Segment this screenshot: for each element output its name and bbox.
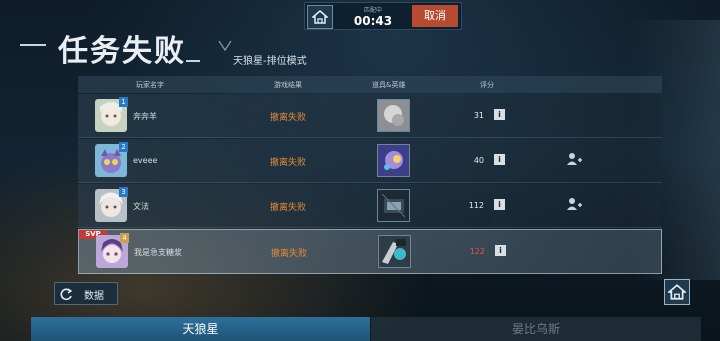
rank-badge: 1 [119, 97, 128, 107]
timer-value: 00:43 [353, 14, 393, 28]
header-player-name: 玩家名字 [136, 81, 164, 89]
data-button-label: 数据 [84, 291, 104, 302]
score: 122 [469, 247, 485, 256]
score: 31 [473, 111, 484, 120]
table-row: 1 奔奔羊 撤离失败 31 i [78, 94, 662, 138]
header-items-hero: 道具&英雄 [372, 81, 406, 89]
rank-badge: 4 [120, 233, 129, 243]
table-row-self: SVP 4 我是急支糖浆 撤离失败 122 i [78, 229, 662, 274]
refresh-icon [60, 288, 73, 301]
rank-badge: 3 [119, 187, 128, 197]
item-hero-image [378, 235, 411, 268]
data-button[interactable]: 数据 [54, 282, 118, 305]
table-row: 2 eveee 撤离失败 40 i [78, 139, 662, 183]
header-score: 评分 [480, 81, 494, 89]
header-result: 游戏结果 [274, 81, 302, 89]
score: 40 [473, 156, 484, 165]
home-button-top[interactable] [307, 5, 333, 29]
rank-badge: 2 [119, 142, 128, 152]
game-result: 撤离失败 [270, 158, 307, 168]
table-row: 3 文法 撤离失败 112 i [78, 184, 662, 228]
tab-mobius[interactable]: 晏比乌斯 [371, 317, 701, 341]
add-friend-icon[interactable] [566, 197, 582, 211]
info-icon[interactable]: i [494, 199, 505, 210]
game-result: 撤离失败 [270, 203, 307, 213]
item-hero-image [377, 144, 410, 177]
player-name: 奔奔羊 [133, 112, 157, 121]
game-mode: 天狼星-排位模式 [233, 56, 307, 67]
results-table: 玩家名字 游戏结果 道具&英雄 评分 1 奔奔羊 撤离失败 31 i 2 eve… [78, 76, 662, 274]
title-underline [186, 60, 200, 62]
title-decoration [20, 44, 46, 46]
cancel-button[interactable]: 取消 [412, 5, 458, 27]
game-result: 撤离失败 [270, 113, 307, 123]
add-friend-icon[interactable] [566, 152, 582, 166]
info-icon[interactable]: i [494, 109, 505, 120]
home-icon [668, 284, 686, 300]
info-icon[interactable]: i [494, 154, 505, 165]
table-header: 玩家名字 游戏结果 道具&英雄 评分 [78, 76, 662, 93]
player-name: eveee [133, 156, 158, 165]
player-name: 我是急支糖浆 [134, 248, 182, 257]
timer-label: 匹配中 [363, 7, 382, 14]
home-button[interactable] [664, 279, 690, 305]
item-hero-image [377, 189, 410, 222]
matchmaking-bar: 匹配中 00:43 取消 [304, 2, 462, 30]
tab-sirius[interactable]: 天狼星 [31, 317, 370, 341]
player-name: 文法 [133, 202, 149, 211]
mode-chevron-icon [218, 40, 232, 52]
score: 112 [468, 201, 484, 210]
game-result: 撤离失败 [271, 249, 308, 259]
matchmaking-timer: 匹配中 00:43 [335, 3, 411, 29]
info-icon[interactable]: i [495, 245, 506, 256]
page-title: 任务失败 [58, 34, 186, 69]
home-icon [312, 10, 328, 24]
item-hero-image [377, 99, 410, 132]
